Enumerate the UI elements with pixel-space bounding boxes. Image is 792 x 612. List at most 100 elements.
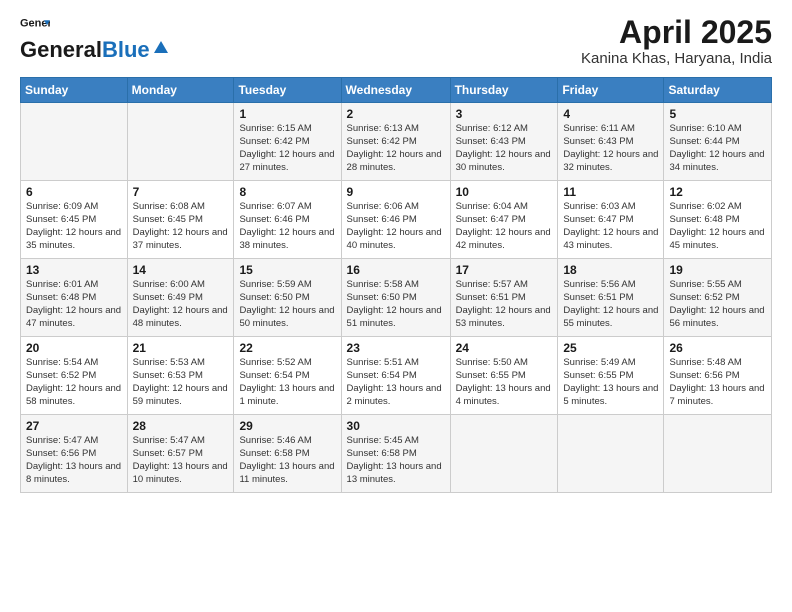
day-info: Sunrise: 6:06 AM Sunset: 6:46 PM Dayligh…	[347, 201, 445, 252]
day-info: Sunrise: 6:03 AM Sunset: 6:47 PM Dayligh…	[563, 201, 658, 252]
day-info: Sunrise: 6:12 AM Sunset: 6:43 PM Dayligh…	[456, 123, 553, 174]
calendar-header-saturday: Saturday	[664, 78, 772, 103]
day-number: 22	[239, 341, 335, 355]
day-number: 26	[669, 341, 766, 355]
calendar-cell	[450, 415, 558, 493]
calendar-week-row: 6 Sunrise: 6:09 AM Sunset: 6:45 PM Daylig…	[21, 181, 772, 259]
logo: General GeneralBlue	[20, 15, 170, 63]
calendar-week-row: 1 Sunrise: 6:15 AM Sunset: 6:42 PM Daylig…	[21, 103, 772, 181]
day-info: Sunrise: 6:07 AM Sunset: 6:46 PM Dayligh…	[239, 201, 335, 252]
calendar-header-thursday: Thursday	[450, 78, 558, 103]
day-info: Sunrise: 6:10 AM Sunset: 6:44 PM Dayligh…	[669, 123, 766, 174]
calendar-cell: 19 Sunrise: 5:55 AM Sunset: 6:52 PM Dayli…	[664, 259, 772, 337]
day-number: 7	[133, 185, 229, 199]
day-info: Sunrise: 5:53 AM Sunset: 6:53 PM Dayligh…	[133, 357, 229, 408]
day-number: 3	[456, 107, 553, 121]
day-number: 14	[133, 263, 229, 277]
day-number: 30	[347, 419, 445, 433]
day-info: Sunrise: 5:52 AM Sunset: 6:54 PM Dayligh…	[239, 357, 335, 408]
calendar-cell: 2Sunrise: 6:13 AM Sunset: 6:42 PM Daylig…	[341, 103, 450, 181]
calendar-cell: 8 Sunrise: 6:07 AM Sunset: 6:46 PM Daylig…	[234, 181, 341, 259]
day-info: Sunrise: 5:47 AM Sunset: 6:57 PM Dayligh…	[133, 435, 229, 486]
day-info: Sunrise: 5:47 AM Sunset: 6:56 PM Dayligh…	[26, 435, 122, 486]
calendar-cell	[558, 415, 664, 493]
calendar-cell: 24 Sunrise: 5:50 AM Sunset: 6:55 PM Dayli…	[450, 337, 558, 415]
calendar-cell: 6 Sunrise: 6:09 AM Sunset: 6:45 PM Daylig…	[21, 181, 128, 259]
calendar-cell	[21, 103, 128, 181]
calendar-cell: 9 Sunrise: 6:06 AM Sunset: 6:46 PM Daylig…	[341, 181, 450, 259]
day-info: Sunrise: 6:09 AM Sunset: 6:45 PM Dayligh…	[26, 201, 122, 252]
day-info: Sunrise: 5:55 AM Sunset: 6:52 PM Dayligh…	[669, 279, 766, 330]
logo-general: General	[20, 37, 102, 63]
month-title: April 2025	[581, 15, 772, 50]
day-number: 18	[563, 263, 658, 277]
page: General GeneralBlue April 2025 Kanina Kh…	[0, 0, 792, 612]
calendar-cell: 16Sunrise: 5:58 AM Sunset: 6:50 PM Dayli…	[341, 259, 450, 337]
calendar-cell: 12 Sunrise: 6:02 AM Sunset: 6:48 PM Dayli…	[664, 181, 772, 259]
day-info: Sunrise: 5:46 AM Sunset: 6:58 PM Dayligh…	[239, 435, 335, 486]
calendar-cell: 30Sunrise: 5:45 AM Sunset: 6:58 PM Dayli…	[341, 415, 450, 493]
calendar-cell: 13 Sunrise: 6:01 AM Sunset: 6:48 PM Dayli…	[21, 259, 128, 337]
day-info: Sunrise: 6:02 AM Sunset: 6:48 PM Dayligh…	[669, 201, 766, 252]
calendar-cell: 5 Sunrise: 6:10 AM Sunset: 6:44 PM Daylig…	[664, 103, 772, 181]
day-number: 13	[26, 263, 122, 277]
calendar-cell	[664, 415, 772, 493]
day-number: 17	[456, 263, 553, 277]
day-number: 11	[563, 185, 658, 199]
day-number: 24	[456, 341, 553, 355]
calendar-cell: 25Sunrise: 5:49 AM Sunset: 6:55 PM Dayli…	[558, 337, 664, 415]
day-info: Sunrise: 5:54 AM Sunset: 6:52 PM Dayligh…	[26, 357, 122, 408]
calendar-cell: 1 Sunrise: 6:15 AM Sunset: 6:42 PM Daylig…	[234, 103, 341, 181]
calendar-header-monday: Monday	[127, 78, 234, 103]
title-area: April 2025 Kanina Khas, Haryana, India	[581, 15, 772, 67]
calendar-cell: 18 Sunrise: 5:56 AM Sunset: 6:51 PM Dayli…	[558, 259, 664, 337]
day-info: Sunrise: 5:58 AM Sunset: 6:50 PM Dayligh…	[347, 279, 445, 330]
calendar-header-row: SundayMondayTuesdayWednesdayThursdayFrid…	[21, 78, 772, 103]
day-info: Sunrise: 6:08 AM Sunset: 6:45 PM Dayligh…	[133, 201, 229, 252]
day-number: 6	[26, 185, 122, 199]
day-number: 1	[239, 107, 335, 121]
day-number: 21	[133, 341, 229, 355]
calendar-cell: 21 Sunrise: 5:53 AM Sunset: 6:53 PM Dayli…	[127, 337, 234, 415]
day-info: Sunrise: 5:56 AM Sunset: 6:51 PM Dayligh…	[563, 279, 658, 330]
calendar-week-row: 20Sunrise: 5:54 AM Sunset: 6:52 PM Dayli…	[21, 337, 772, 415]
calendar-header-wednesday: Wednesday	[341, 78, 450, 103]
day-number: 9	[347, 185, 445, 199]
day-info: Sunrise: 5:49 AM Sunset: 6:55 PM Dayligh…	[563, 357, 658, 408]
day-number: 12	[669, 185, 766, 199]
calendar-header-tuesday: Tuesday	[234, 78, 341, 103]
calendar-cell: 7 Sunrise: 6:08 AM Sunset: 6:45 PM Daylig…	[127, 181, 234, 259]
day-number: 8	[239, 185, 335, 199]
day-info: Sunrise: 6:15 AM Sunset: 6:42 PM Dayligh…	[239, 123, 335, 174]
day-info: Sunrise: 6:04 AM Sunset: 6:47 PM Dayligh…	[456, 201, 553, 252]
logo-triangle-icon	[152, 39, 170, 57]
calendar-cell: 27 Sunrise: 5:47 AM Sunset: 6:56 PM Dayli…	[21, 415, 128, 493]
calendar-cell: 11 Sunrise: 6:03 AM Sunset: 6:47 PM Dayli…	[558, 181, 664, 259]
day-info: Sunrise: 6:00 AM Sunset: 6:49 PM Dayligh…	[133, 279, 229, 330]
day-info: Sunrise: 6:11 AM Sunset: 6:43 PM Dayligh…	[563, 123, 658, 174]
calendar-cell: 17Sunrise: 5:57 AM Sunset: 6:51 PM Dayli…	[450, 259, 558, 337]
calendar-table: SundayMondayTuesdayWednesdayThursdayFrid…	[20, 77, 772, 493]
calendar-header-sunday: Sunday	[21, 78, 128, 103]
calendar-cell: 4Sunrise: 6:11 AM Sunset: 6:43 PM Daylig…	[558, 103, 664, 181]
header: General GeneralBlue April 2025 Kanina Kh…	[20, 15, 772, 67]
calendar-cell: 26 Sunrise: 5:48 AM Sunset: 6:56 PM Dayli…	[664, 337, 772, 415]
calendar-cell	[127, 103, 234, 181]
day-number: 29	[239, 419, 335, 433]
calendar-cell: 14 Sunrise: 6:00 AM Sunset: 6:49 PM Dayli…	[127, 259, 234, 337]
calendar-cell: 22 Sunrise: 5:52 AM Sunset: 6:54 PM Dayli…	[234, 337, 341, 415]
location: Kanina Khas, Haryana, India	[581, 50, 772, 67]
day-info: Sunrise: 5:50 AM Sunset: 6:55 PM Dayligh…	[456, 357, 553, 408]
calendar-cell: 3 Sunrise: 6:12 AM Sunset: 6:43 PM Daylig…	[450, 103, 558, 181]
day-info: Sunrise: 5:48 AM Sunset: 6:56 PM Dayligh…	[669, 357, 766, 408]
day-number: 19	[669, 263, 766, 277]
calendar-cell: 29 Sunrise: 5:46 AM Sunset: 6:58 PM Dayli…	[234, 415, 341, 493]
logo-icon: General	[20, 15, 50, 35]
day-number: 5	[669, 107, 766, 121]
day-info: Sunrise: 6:01 AM Sunset: 6:48 PM Dayligh…	[26, 279, 122, 330]
day-number: 27	[26, 419, 122, 433]
logo-blue: Blue	[102, 37, 150, 63]
svg-text:General: General	[20, 17, 50, 29]
day-number: 23	[347, 341, 445, 355]
calendar-cell: 10Sunrise: 6:04 AM Sunset: 6:47 PM Dayli…	[450, 181, 558, 259]
